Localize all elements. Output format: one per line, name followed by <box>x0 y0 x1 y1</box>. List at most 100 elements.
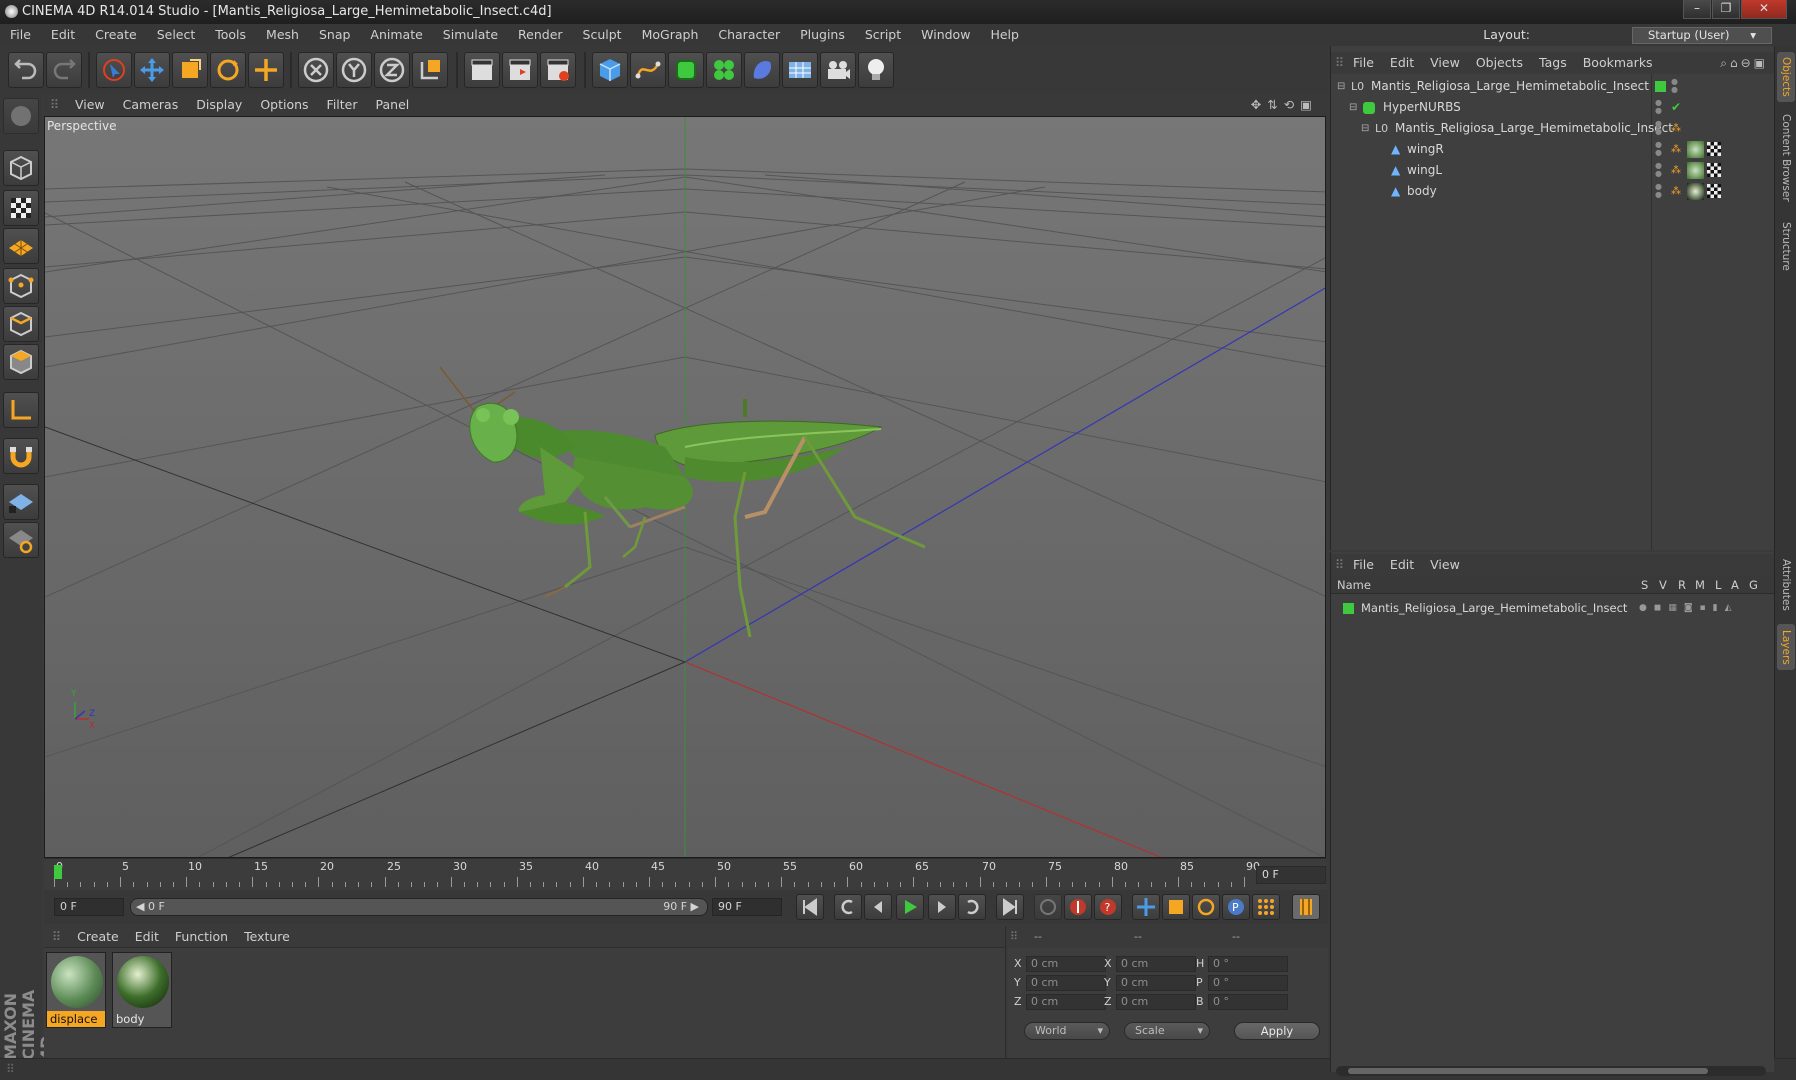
model-mode-button[interactable] <box>3 150 39 186</box>
key-rotation-button[interactable] <box>1192 894 1220 920</box>
layer-menu-edit[interactable]: Edit <box>1382 554 1422 576</box>
object-row[interactable]: ▲ wingR ● ● ⁂ <box>1331 139 1775 160</box>
snap-button[interactable] <box>3 438 39 474</box>
menu-sculpt[interactable]: Sculpt <box>573 24 632 46</box>
timeline-window-button[interactable] <box>1292 894 1320 920</box>
start-frame-field[interactable]: 0 F <box>54 898 124 916</box>
material-tag-icon[interactable] <box>1687 141 1704 158</box>
menu-character[interactable]: Character <box>708 24 790 46</box>
timeline-ruler[interactable]: 051015202530354045505560657075808590 <box>44 858 1326 890</box>
layer-col-solo[interactable]: S <box>1641 576 1648 594</box>
cube-primitive-button[interactable] <box>592 52 628 88</box>
redo-button[interactable] <box>46 52 82 88</box>
coord-value-field[interactable]: 0 cm <box>1026 994 1106 1010</box>
material-menu-edit[interactable]: Edit <box>127 926 167 948</box>
tab-attributes[interactable]: Attributes <box>1777 550 1795 620</box>
tab-structure[interactable]: Structure <box>1777 216 1795 276</box>
phong-tag-icon[interactable]: ⁂ <box>1671 160 1681 181</box>
maximize-button[interactable]: ❐ <box>1712 0 1740 19</box>
live-selection-button[interactable] <box>96 52 132 88</box>
tab-layers[interactable]: Layers <box>1777 624 1795 670</box>
size-mode-select[interactable]: Scale ▾ <box>1124 1022 1210 1040</box>
material-menu-create[interactable]: Create <box>69 926 127 948</box>
camera-button[interactable] <box>820 52 856 88</box>
visibility-dots-icon[interactable]: ● ● <box>1655 120 1662 136</box>
layer-col-animation[interactable]: A <box>1731 576 1739 594</box>
visibility-dots-icon[interactable]: ● ● <box>1655 183 1662 199</box>
go-to-start-button[interactable] <box>796 894 824 920</box>
coord-value-field[interactable]: 0 cm <box>1116 994 1196 1010</box>
playhead-marker[interactable] <box>54 865 62 879</box>
previous-frame-button[interactable] <box>864 894 892 920</box>
texture-mode-button[interactable] <box>3 190 39 226</box>
object-manager-tool-icons[interactable]: ⌕⌂⊖▣ <box>1720 52 1768 74</box>
play-button[interactable] <box>896 894 924 920</box>
object-row[interactable]: ⊟ L0 Mantis_Religiosa_Large_Hemimetaboli… <box>1331 118 1775 139</box>
render-settings-button[interactable] <box>540 52 576 88</box>
light-button[interactable] <box>858 52 894 88</box>
perspective-viewport[interactable]: Perspective Y Z X <box>44 116 1326 858</box>
mograph-cloner-button[interactable] <box>706 52 742 88</box>
layer-menu-view[interactable]: View <box>1422 554 1468 576</box>
z-axis-lock-button[interactable] <box>374 52 410 88</box>
coord-value-field[interactable]: 0 cm <box>1116 975 1196 991</box>
menu-mesh[interactable]: Mesh <box>256 24 309 46</box>
uvw-tag-icon[interactable] <box>1707 184 1721 198</box>
coordinate-space-select[interactable]: World ▾ <box>1024 1022 1110 1040</box>
menu-create[interactable]: Create <box>85 24 147 46</box>
layer-horizontal-scrollbar[interactable] <box>1336 1066 1766 1076</box>
tab-objects[interactable]: Objects <box>1777 52 1795 102</box>
preview-range-slider[interactable]: ◀ 0 F 90 F ▶ <box>130 898 708 916</box>
object-menu-tags[interactable]: Tags <box>1531 52 1575 74</box>
coord-value-field[interactable]: 0 ° <box>1208 956 1288 972</box>
menu-plugins[interactable]: Plugins <box>790 24 855 46</box>
record-active-objects-button[interactable] <box>1034 894 1062 920</box>
viewport-menu-view[interactable]: View <box>66 94 114 116</box>
uvw-tag-icon[interactable] <box>1707 142 1721 156</box>
apply-button[interactable]: Apply <box>1234 1022 1320 1040</box>
visibility-dots-icon[interactable]: ● ● <box>1655 162 1662 178</box>
points-mode-button[interactable] <box>3 268 39 304</box>
menu-snap[interactable]: Snap <box>309 24 360 46</box>
menu-window[interactable]: Window <box>911 24 980 46</box>
render-view-button[interactable] <box>464 52 500 88</box>
menu-animate[interactable]: Animate <box>360 24 432 46</box>
key-point-level-button[interactable] <box>1252 894 1280 920</box>
object-menu-file[interactable]: File <box>1345 52 1382 74</box>
viewport-menu-panel[interactable]: Panel <box>367 94 419 116</box>
collapse-icon[interactable]: ⊟ <box>1349 97 1357 118</box>
material-swatch-displace[interactable]: displace <box>46 952 106 1028</box>
floor-scene-button[interactable] <box>782 52 818 88</box>
visibility-dots-icon[interactable]: ● ● <box>1655 99 1662 115</box>
layer-col-manager[interactable]: M <box>1695 576 1705 594</box>
key-parameter-button[interactable]: P <box>1222 894 1250 920</box>
coord-value-field[interactable]: 0 ° <box>1208 975 1288 991</box>
move-tool-button[interactable] <box>134 52 170 88</box>
menu-edit[interactable]: Edit <box>41 24 85 46</box>
layer-row[interactable]: Mantis_Religiosa_Large_Hemimetabolic_Ins… <box>1331 598 1775 619</box>
material-tag-icon[interactable] <box>1687 162 1704 179</box>
layer-col-generators[interactable]: G <box>1749 576 1758 594</box>
material-menu-texture[interactable]: Texture <box>236 926 298 948</box>
enabled-check-icon[interactable]: ✔ <box>1671 97 1681 118</box>
viewport-menu-cameras[interactable]: Cameras <box>114 94 188 116</box>
visibility-dots-icon[interactable]: ● ● <box>1655 141 1662 157</box>
next-frame-button[interactable] <box>928 894 956 920</box>
object-row[interactable]: ⊟ L0 Mantis_Religiosa_Large_Hemimetaboli… <box>1331 76 1775 97</box>
material-tag-icon[interactable] <box>1687 183 1704 200</box>
workplane-rotate-button[interactable] <box>3 522 39 558</box>
layer-menu-file[interactable]: File <box>1345 554 1382 576</box>
layer-col-view[interactable]: V <box>1659 576 1667 594</box>
render-to-picture-viewer-button[interactable] <box>502 52 538 88</box>
spline-button[interactable] <box>630 52 666 88</box>
make-editable-button[interactable] <box>3 98 39 134</box>
current-frame-field[interactable]: 0 F <box>1256 866 1326 884</box>
key-scale-button[interactable] <box>1162 894 1190 920</box>
coord-value-field[interactable]: 0 cm <box>1116 956 1196 972</box>
deformer-button[interactable] <box>744 52 780 88</box>
menu-file[interactable]: File <box>0 24 41 46</box>
object-menu-view[interactable]: View <box>1422 52 1468 74</box>
axis-mode-button[interactable] <box>3 392 39 428</box>
viewport-navigation-icons[interactable]: ✥⇅⟲▣ <box>1251 94 1318 116</box>
uvw-tag-icon[interactable] <box>1707 163 1721 177</box>
